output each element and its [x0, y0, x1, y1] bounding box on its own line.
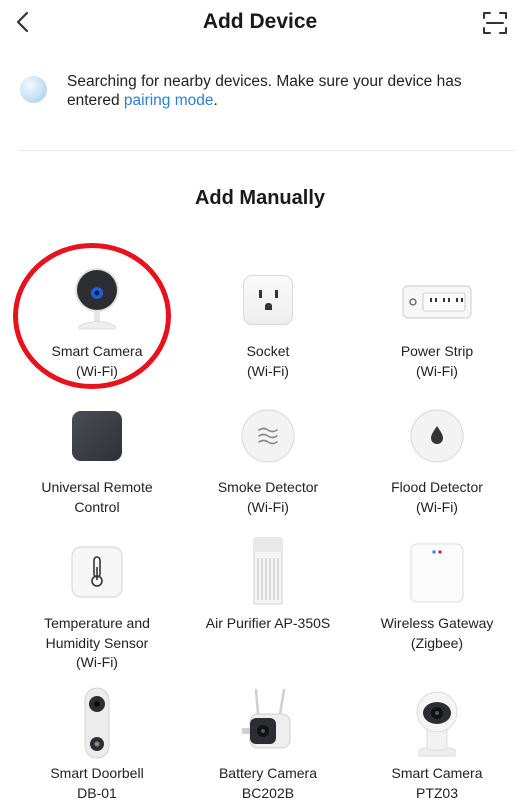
device-battery-camera[interactable]: Battery Camera BC202B	[184, 684, 352, 803]
device-label: Flood Detector (Wi-Fi)	[353, 478, 520, 517]
flood-detector-icon	[397, 398, 477, 474]
device-label-line1: Smoke Detector	[184, 478, 352, 498]
ptz-camera-icon	[397, 684, 477, 760]
searching-suffix: .	[214, 92, 218, 109]
device-label: Wireless Gateway (Zigbee)	[353, 614, 520, 653]
device-label-line2: Humidity Sensor	[13, 634, 181, 654]
device-wireless-gateway[interactable]: Wireless Gateway (Zigbee)	[353, 534, 520, 653]
scan-icon	[480, 8, 510, 38]
device-label-line1: Wireless Gateway	[353, 614, 520, 634]
searching-text: Searching for nearby devices. Make sure …	[67, 72, 507, 110]
wireless-gateway-icon	[397, 534, 477, 610]
device-label: Universal Remote Control	[13, 478, 181, 517]
device-label: Power Strip (Wi-Fi)	[353, 342, 520, 381]
device-label: Smoke Detector (Wi-Fi)	[184, 478, 352, 517]
device-label-line2: PTZ03	[353, 784, 520, 803]
section-title: Add Manually	[0, 187, 520, 210]
device-temperature-humidity-sensor[interactable]: Temperature and Humidity Sensor (Wi-Fi)	[13, 534, 181, 673]
device-socket[interactable]: Socket (Wi-Fi)	[184, 262, 352, 381]
device-label: Smart Camera PTZ03	[353, 764, 520, 803]
device-universal-remote[interactable]: Universal Remote Control	[13, 398, 181, 517]
device-label: Temperature and Humidity Sensor (Wi-Fi)	[13, 614, 181, 673]
device-label: Battery Camera BC202B	[184, 764, 352, 803]
smart-camera-icon	[57, 262, 137, 338]
device-label-line2: (Wi-Fi)	[184, 498, 352, 518]
device-label-line1: Air Purifier AP-350S	[184, 614, 352, 634]
device-label-line2: Control	[13, 498, 181, 518]
device-label-line3: (Wi-Fi)	[13, 653, 181, 673]
device-label-line2: (Wi-Fi)	[184, 362, 352, 382]
device-label-line1: Socket	[184, 342, 352, 362]
device-label-line2: BC202B	[184, 784, 352, 803]
device-label-line2: (Zigbee)	[353, 634, 520, 654]
device-label-line1: Universal Remote	[13, 478, 181, 498]
searching-spinner-icon	[20, 76, 47, 103]
device-label-line1: Power Strip	[353, 342, 520, 362]
scan-button[interactable]	[480, 8, 510, 38]
socket-icon	[228, 262, 308, 338]
page-title: Add Device	[0, 10, 520, 34]
device-label-line1: Temperature and	[13, 614, 181, 634]
device-label: Socket (Wi-Fi)	[184, 342, 352, 381]
device-label-line1: Battery Camera	[184, 764, 352, 784]
searching-notice: Searching for nearby devices. Make sure …	[18, 70, 508, 114]
header-bar: Add Device	[0, 0, 520, 46]
device-smart-doorbell[interactable]: Smart Doorbell DB-01	[13, 684, 181, 803]
power-strip-icon	[397, 262, 477, 338]
device-label: Air Purifier AP-350S	[184, 614, 352, 634]
device-label-line2: DB-01	[13, 784, 181, 803]
device-air-purifier[interactable]: Air Purifier AP-350S	[184, 534, 352, 634]
device-label-line1: Smart Doorbell	[13, 764, 181, 784]
device-smoke-detector[interactable]: Smoke Detector (Wi-Fi)	[184, 398, 352, 517]
device-power-strip[interactable]: Power Strip (Wi-Fi)	[353, 262, 520, 381]
device-label-line2: (Wi-Fi)	[353, 362, 520, 382]
device-label-line1: Smart Camera	[13, 342, 181, 362]
device-ptz-camera[interactable]: Smart Camera PTZ03	[353, 684, 520, 803]
smart-doorbell-icon	[57, 684, 137, 760]
universal-remote-icon	[57, 398, 137, 474]
device-label: Smart Doorbell DB-01	[13, 764, 181, 803]
divider	[18, 150, 516, 151]
device-label-line1: Smart Camera	[353, 764, 520, 784]
battery-camera-icon	[228, 684, 308, 760]
thermometer-icon	[57, 534, 137, 610]
smoke-detector-icon	[228, 398, 308, 474]
device-label-line2: (Wi-Fi)	[13, 362, 181, 382]
device-label-line2: (Wi-Fi)	[353, 498, 520, 518]
device-flood-detector[interactable]: Flood Detector (Wi-Fi)	[353, 398, 520, 517]
air-purifier-icon	[228, 534, 308, 610]
device-smart-camera[interactable]: Smart Camera (Wi-Fi)	[13, 262, 181, 381]
device-label-line1: Flood Detector	[353, 478, 520, 498]
device-label: Smart Camera (Wi-Fi)	[13, 342, 181, 381]
pairing-mode-link[interactable]: pairing mode	[124, 92, 214, 109]
